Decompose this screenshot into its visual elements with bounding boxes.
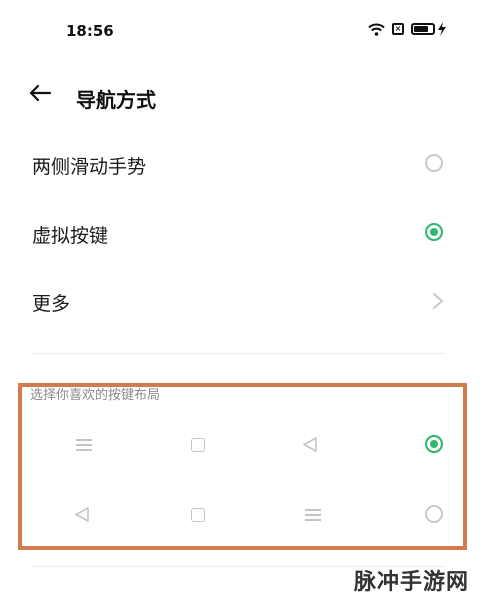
option-label: 虚拟按键 <box>32 225 109 247</box>
back-triangle-icon <box>75 507 89 522</box>
radio-unselected[interactable] <box>425 154 443 172</box>
arrow-left-icon <box>29 84 52 102</box>
menu-icon <box>76 439 92 451</box>
wifi-icon <box>368 23 385 36</box>
option-virtual-keys[interactable]: 虚拟按键 <box>0 202 483 262</box>
layout-option-1[interactable] <box>30 420 455 470</box>
back-triangle-icon <box>303 437 317 452</box>
section-label: 选择你喜欢的按键布局 <box>30 388 161 403</box>
status-icons: × <box>368 22 447 36</box>
battery-charging-icon <box>411 22 447 36</box>
radio-selected[interactable] <box>425 223 443 241</box>
back-button[interactable] <box>28 80 52 110</box>
option-label: 两侧滑动手势 <box>32 156 147 178</box>
sim-x-icon: × <box>392 23 404 35</box>
radio-unselected[interactable] <box>425 505 443 523</box>
option-two-side-gesture[interactable]: 两侧滑动手势 <box>0 133 483 193</box>
radio-selected[interactable] <box>425 435 443 453</box>
menu-icon <box>305 509 321 521</box>
layout-option-2[interactable] <box>30 490 455 540</box>
option-more[interactable]: 更多 <box>0 270 483 330</box>
chevron-right-icon <box>433 293 444 309</box>
page-title: 导航方式 <box>76 88 156 112</box>
divider <box>32 353 446 354</box>
option-label: 更多 <box>32 293 71 315</box>
watermark: 脉冲手游网 <box>353 570 469 595</box>
square-icon <box>191 438 205 452</box>
square-icon <box>191 508 205 522</box>
status-time: 18:56 <box>66 22 114 40</box>
